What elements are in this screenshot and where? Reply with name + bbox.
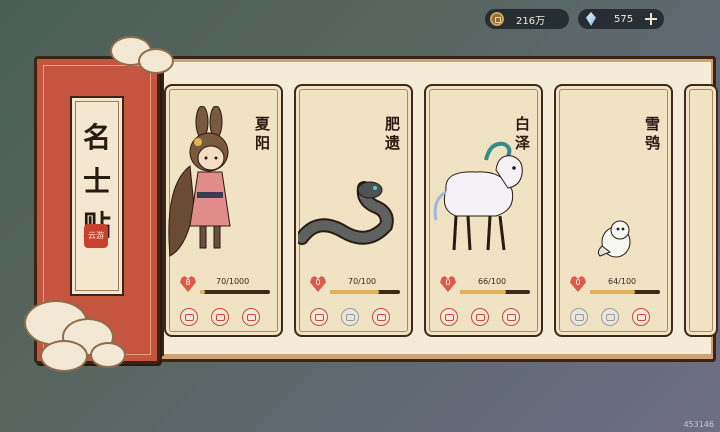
gem-amount: 575 <box>614 13 634 25</box>
action-button-house[interactable] <box>242 308 260 326</box>
gem-icon <box>586 12 596 26</box>
action-button-scroll[interactable] <box>570 308 588 326</box>
character-name: 夏阳 <box>253 116 271 154</box>
cloud-decoration <box>90 342 126 368</box>
character-card[interactable]: 肥遗 0 70/100 <box>294 84 413 337</box>
title-char: 士 <box>82 165 111 198</box>
baize-portrait <box>433 141 523 251</box>
character-card[interactable]: 雪鸮 0 64/100 <box>554 84 673 337</box>
action-button-fox[interactable] <box>471 308 489 326</box>
action-button-scroll[interactable] <box>180 308 198 326</box>
cloud-decoration <box>40 340 88 372</box>
action-button-fox[interactable] <box>601 308 619 326</box>
snowy-owl-portrait <box>597 220 631 258</box>
coin-icon <box>490 12 504 26</box>
xiayang-portrait <box>168 106 231 257</box>
affinity-progress-bar <box>200 290 270 294</box>
action-button-fox[interactable] <box>211 308 229 326</box>
affinity-progress-fill <box>460 290 507 294</box>
action-button-house[interactable] <box>502 308 520 326</box>
heart-icon: 0 <box>440 276 456 292</box>
title-char: 名 <box>82 121 111 154</box>
affinity-progress-fill <box>200 290 205 294</box>
watermark: 453146 <box>683 420 714 429</box>
action-button-scroll[interactable] <box>440 308 458 326</box>
heart-icon: 8 <box>180 276 196 292</box>
affinity-progress-text: 64/100 <box>608 277 637 286</box>
character-name: 肥遗 <box>383 116 401 154</box>
affinity-progress-bar <box>590 290 660 294</box>
coin-counter: 216万 <box>485 9 569 29</box>
action-button-house[interactable] <box>632 308 650 326</box>
cloud-decoration <box>138 48 174 74</box>
action-button-house[interactable] <box>372 308 390 326</box>
affinity-progress-fill <box>590 290 635 294</box>
character-card-partial[interactable] <box>684 84 718 337</box>
action-button-fox[interactable] <box>341 308 359 326</box>
character-name: 雪鸮 <box>643 116 661 154</box>
feiyi-portrait <box>298 181 394 245</box>
action-button-scroll[interactable] <box>310 308 328 326</box>
affinity-progress-bar <box>460 290 530 294</box>
heart-icon: 0 <box>310 276 326 292</box>
seal-stamp: 云游 <box>84 224 108 248</box>
book-title: 名 士 贴 <box>70 96 124 296</box>
affinity-progress-text: 70/100 <box>348 277 377 286</box>
character-card[interactable]: 夏阳 8 70/1000 <box>164 84 283 337</box>
character-card[interactable]: 白泽 0 66/100 <box>424 84 543 337</box>
add-gems-button[interactable] <box>644 12 658 26</box>
heart-icon: 0 <box>570 276 586 292</box>
affinity-progress-fill <box>330 290 379 294</box>
affinity-progress-text: 70/1000 <box>216 277 250 286</box>
affinity-progress-text: 66/100 <box>478 277 507 286</box>
gem-counter: 575 <box>578 9 664 29</box>
affinity-progress-bar <box>330 290 400 294</box>
coin-amount: 216万 <box>516 15 546 27</box>
